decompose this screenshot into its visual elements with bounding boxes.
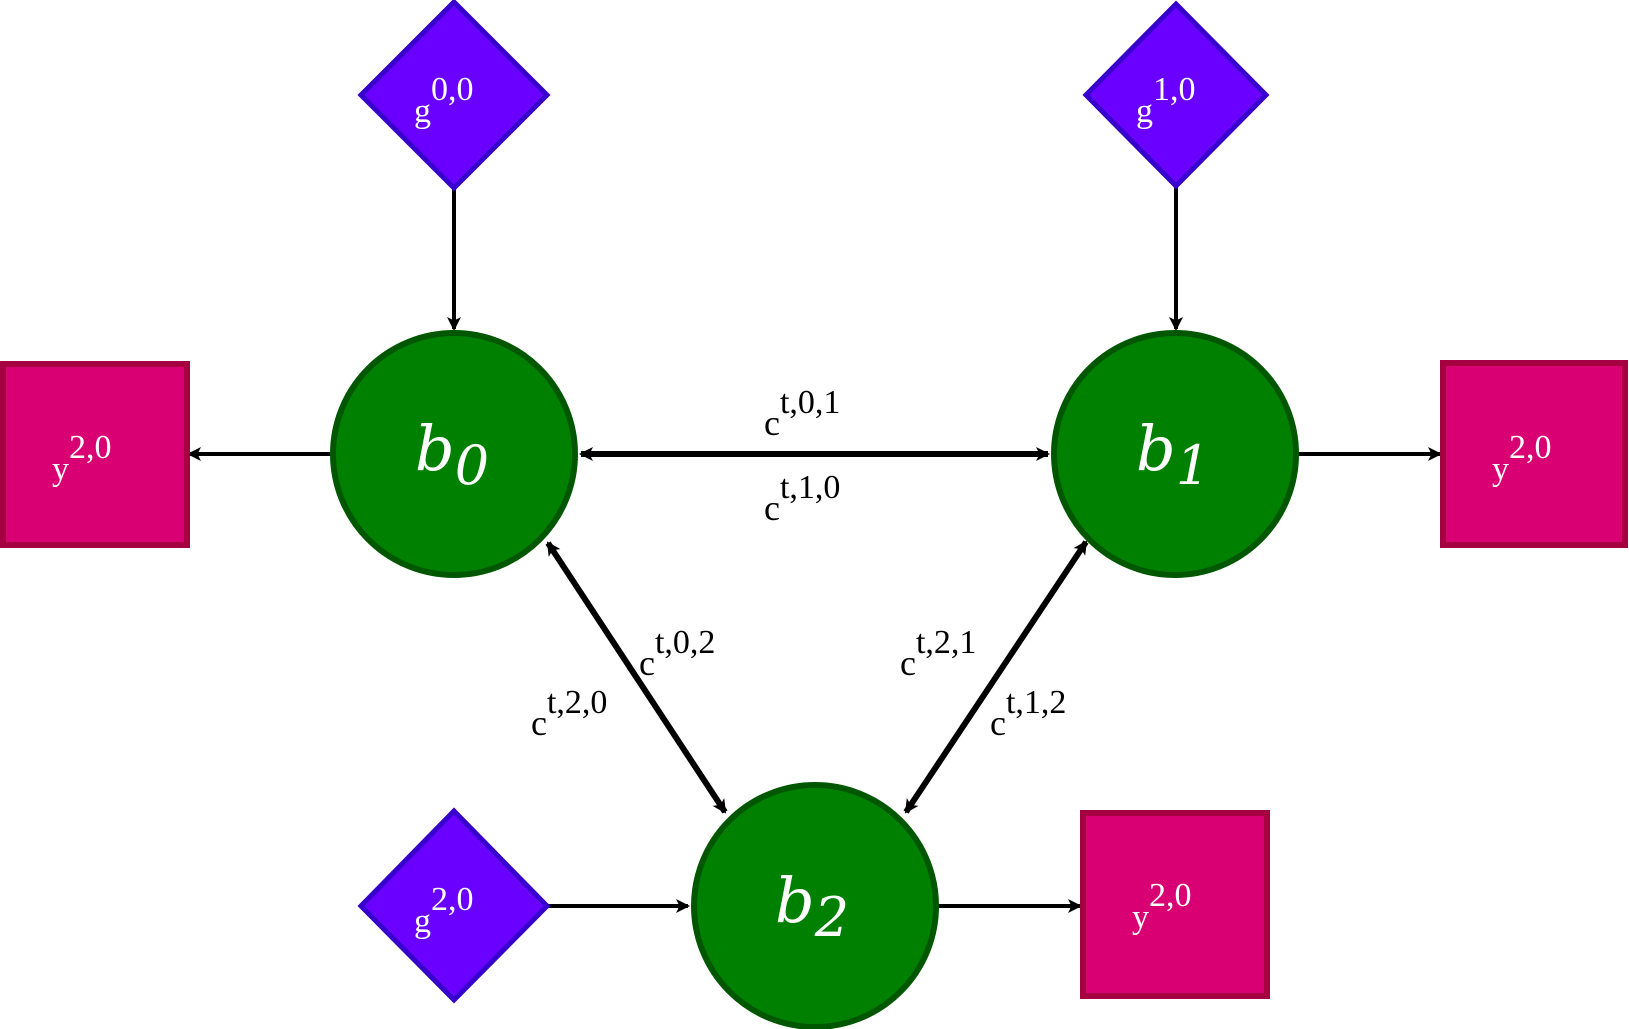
flow-label-c-t-0-1: ct,0,1 bbox=[764, 384, 840, 443]
output-y2[interactable]: y2,0 bbox=[1080, 810, 1270, 999]
output-y0[interactable]: y2,0 bbox=[0, 361, 190, 548]
edge-b1-b2 bbox=[903, 540, 1089, 814]
bank-b2[interactable]: b2 bbox=[691, 782, 939, 1029]
edge-b0-b2 bbox=[545, 541, 728, 814]
flow-label-c-t-2-0: ct,2,0 bbox=[531, 684, 607, 743]
generator-g1[interactable]: g1,0 bbox=[1082, 0, 1270, 190]
generator-g0[interactable]: g0,0 bbox=[357, 0, 551, 192]
flow-label-c-t-2-1: ct,2,1 bbox=[900, 624, 976, 683]
bank-b0[interactable]: b0 bbox=[330, 330, 578, 578]
flow-label-c-t-1-2: ct,1,2 bbox=[990, 684, 1066, 743]
output-y1[interactable]: y2,0 bbox=[1440, 360, 1628, 548]
flow-label-c-t-0-2: ct,0,2 bbox=[639, 624, 715, 683]
generator-g2[interactable]: g2,0 bbox=[357, 807, 551, 1004]
flow-label-c-t-1-0: ct,1,0 bbox=[764, 469, 840, 528]
bank-b1[interactable]: b1 bbox=[1051, 330, 1299, 578]
bank-network-diagram: ct,0,1 ct,1,0 ct,0,2 ct,2,0 ct,2,1 ct,1,… bbox=[0, 0, 1628, 1029]
